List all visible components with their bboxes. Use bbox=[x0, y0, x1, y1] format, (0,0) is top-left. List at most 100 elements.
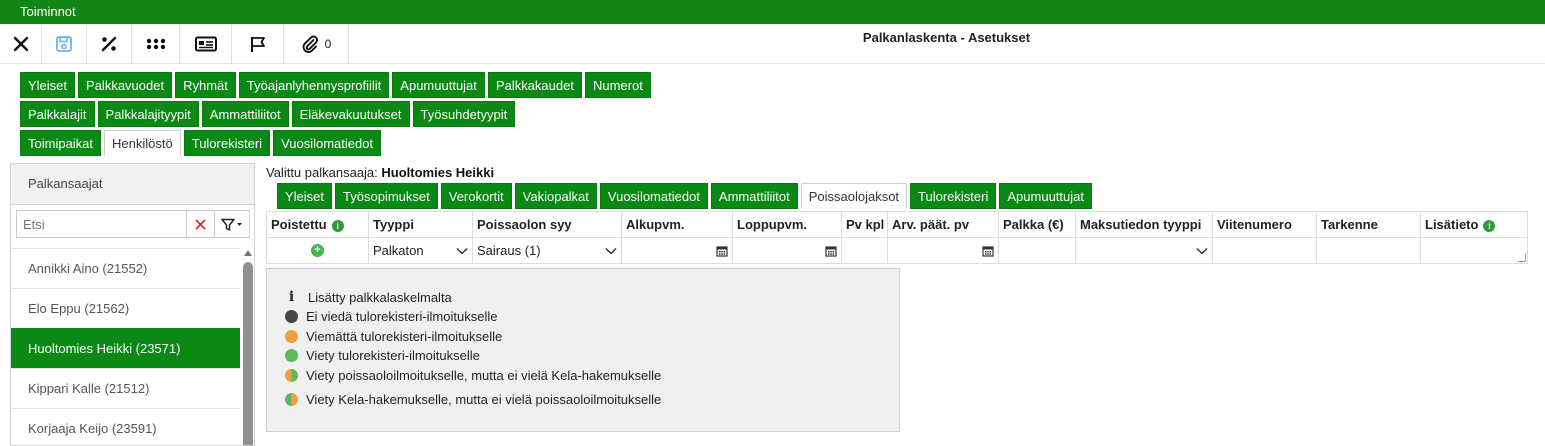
absence-new-row: + Palkaton Sairaus (1) bbox=[266, 237, 1528, 264]
column-header-label: Palkka (€) bbox=[1003, 217, 1064, 232]
attachment-count: 0 bbox=[324, 37, 332, 51]
employee-list-item[interactable]: Annikki Aino (21552) bbox=[11, 248, 240, 288]
close-button[interactable] bbox=[0, 24, 42, 64]
calendar-icon[interactable] bbox=[982, 245, 994, 257]
column-header-pv-kpl: Pv kpl bbox=[841, 211, 888, 238]
clear-search-button[interactable] bbox=[186, 211, 214, 237]
days-count-field[interactable] bbox=[841, 237, 888, 264]
tab-ammattiliitot[interactable]: Ammattiliitot bbox=[201, 101, 289, 127]
legend-label: Viety poissaoloilmoitukselle, mutta ei v… bbox=[306, 368, 662, 383]
salary-field[interactable] bbox=[998, 237, 1076, 264]
employee-list: Annikki Aino (21552) Elo Eppu (21562) Huol… bbox=[11, 248, 240, 445]
attachments-button[interactable]: 0 bbox=[284, 24, 349, 64]
employee-list-item[interactable]: Korjaaja Keijo (23591) bbox=[11, 408, 240, 445]
employee-search bbox=[16, 210, 250, 238]
employee-tabs: Yleiset Työsopimukset Verokortit Vakiopalka… bbox=[277, 183, 1095, 209]
tab-henkilosto[interactable]: Henkilöstö bbox=[104, 130, 181, 156]
column-header-palkka: Palkka (€) bbox=[998, 211, 1076, 238]
resize-grip[interactable] bbox=[1518, 254, 1526, 262]
tab-palkkalajityypit[interactable]: Palkkalajityypit bbox=[97, 101, 199, 127]
tab-numerot[interactable]: Numerot bbox=[584, 72, 651, 98]
scroll-thumb[interactable] bbox=[243, 262, 253, 445]
percent-button[interactable] bbox=[87, 24, 132, 64]
scroll-up-arrow[interactable] bbox=[244, 250, 252, 256]
column-header-label: Alkupvm. bbox=[626, 217, 685, 232]
legend-label: Viemättä tulorekisteri-ilmoitukselle bbox=[306, 329, 503, 344]
legend-item: Viemättä tulorekisteri-ilmoitukselle bbox=[285, 329, 502, 344]
add-icon[interactable]: + bbox=[311, 244, 324, 257]
employee-list-scrollbar[interactable] bbox=[242, 248, 254, 445]
employee-tab-ammattiliitot[interactable]: Ammattiliitot bbox=[710, 183, 798, 209]
employee-tab-vuosilomatiedot[interactable]: Vuosilomatiedot bbox=[599, 183, 708, 209]
calendar-icon[interactable] bbox=[716, 245, 728, 257]
percent-icon bbox=[101, 36, 117, 52]
employee-tab-apumuuttujat[interactable]: Apumuuttujat bbox=[999, 183, 1092, 209]
tab-tyoajanlyhennysprofiilit[interactable]: Työajanlyhennysprofiilit bbox=[238, 72, 390, 98]
tab-yleiset[interactable]: Yleiset bbox=[20, 72, 76, 98]
employee-list-item[interactable]: Huoltomies Heikki (23571) bbox=[11, 328, 240, 368]
column-header-tyyppi: Tyyppi bbox=[368, 211, 473, 238]
menu-toiminnot[interactable]: Toiminnot bbox=[20, 4, 76, 19]
tab-ryhmat[interactable]: Ryhmät bbox=[175, 72, 236, 98]
employee-tab-yleiset[interactable]: Yleiset bbox=[277, 183, 333, 209]
tab-palkkalajit[interactable]: Palkkalajit bbox=[20, 101, 95, 127]
tab-toimipaikat[interactable]: Toimipaikat bbox=[20, 130, 102, 156]
end-date-field[interactable] bbox=[732, 237, 842, 264]
tab-tyosuhdetyypit[interactable]: Työsuhdetyypit bbox=[412, 101, 516, 127]
column-header-label: Arv. päät. pv bbox=[892, 217, 970, 232]
employee-tab-vakiopalkat[interactable]: Vakiopalkat bbox=[514, 183, 597, 209]
employee-tab-verokortit[interactable]: Verokortit bbox=[440, 183, 512, 209]
type-select[interactable]: Palkaton bbox=[368, 237, 473, 264]
employee-list-item[interactable]: Kippari Kalle (21512) bbox=[11, 368, 240, 408]
column-header-arv-paat-pv: Arv. päät. pv bbox=[887, 211, 999, 238]
column-header-label: Loppupvm. bbox=[737, 217, 808, 232]
green-dot-icon bbox=[285, 349, 298, 362]
info-icon[interactable]: i bbox=[331, 219, 344, 232]
column-header-label: Pv kpl bbox=[846, 217, 885, 232]
tab-vuosilomatiedot[interactable]: Vuosilomatiedot bbox=[273, 130, 382, 156]
selected-employee-prefix: Valittu palkansaaja: bbox=[266, 165, 382, 180]
employee-list-item[interactable]: Elo Eppu (21562) bbox=[11, 288, 240, 328]
legend-label: Lisätty palkkalaskelmalta bbox=[308, 289, 452, 305]
save-icon bbox=[56, 36, 72, 52]
tab-apumuuttujat[interactable]: Apumuuttujat bbox=[392, 72, 485, 98]
additional-info-field[interactable] bbox=[1420, 237, 1528, 264]
reason-select[interactable]: Sairaus (1) bbox=[472, 237, 622, 264]
column-header-viitenumero: Viitenumero bbox=[1212, 211, 1317, 238]
save-button[interactable] bbox=[42, 24, 87, 64]
legend-label: Viety Kela-hakemukselle, mutta ei vielä … bbox=[306, 392, 662, 407]
tab-elakevakuutukset[interactable]: Eläkevakuutukset bbox=[291, 101, 410, 127]
tab-tulorekisteri[interactable]: Tulorekisteri bbox=[183, 130, 271, 156]
apps-button[interactable] bbox=[132, 24, 180, 64]
reason-value: Sairaus (1) bbox=[477, 243, 541, 258]
column-header-maksutiedon-tyyppi: Maksutiedon tyyppi bbox=[1075, 211, 1213, 238]
start-date-field[interactable] bbox=[621, 237, 733, 264]
reference-number-field[interactable] bbox=[1212, 237, 1317, 264]
paperclip-icon bbox=[302, 35, 318, 53]
flag-button[interactable] bbox=[232, 24, 284, 64]
column-header-label: Poissaolon syy bbox=[477, 217, 572, 232]
column-header-poissaolon-syy: Poissaolon syy bbox=[472, 211, 622, 238]
specifier-field[interactable] bbox=[1316, 237, 1421, 264]
info-icon[interactable]: i bbox=[1483, 219, 1496, 232]
employee-tab-tyosopimukset[interactable]: Työsopimukset bbox=[335, 183, 438, 209]
column-header-label: Viitenumero bbox=[1217, 217, 1292, 232]
column-header-lisatieto: Lisätieto i bbox=[1420, 211, 1528, 238]
calendar-icon[interactable] bbox=[825, 245, 837, 257]
status-legend: i Lisätty palkkalaskelmalta Ei viedä tulor… bbox=[266, 268, 900, 432]
search-input[interactable] bbox=[17, 211, 186, 237]
tab-palkkavuodet[interactable]: Palkkavuodet bbox=[78, 72, 173, 98]
settings-tabs-row-2: Palkkalajit Palkkalajityypit Ammattiliitot… bbox=[20, 101, 518, 127]
id-card-button[interactable] bbox=[180, 24, 232, 64]
filter-button[interactable] bbox=[214, 211, 249, 237]
tab-palkkakaudet[interactable]: Palkkakaudet bbox=[487, 72, 582, 98]
payment-type-select[interactable] bbox=[1075, 237, 1213, 264]
column-header-alkupvm: Alkupvm. bbox=[621, 211, 733, 238]
employee-tab-tulorekisteri[interactable]: Tulorekisteri bbox=[910, 183, 997, 209]
info-icon: i bbox=[288, 289, 295, 305]
employee-tab-poissaolojaksot[interactable]: Poissaolojaksot bbox=[800, 183, 908, 209]
orange-dot-icon bbox=[285, 330, 298, 343]
legend-item: i Lisätty palkkalaskelmalta bbox=[285, 289, 452, 305]
estimated-end-field[interactable] bbox=[887, 237, 999, 264]
selected-employee-name: Huoltomies Heikki bbox=[381, 165, 495, 180]
